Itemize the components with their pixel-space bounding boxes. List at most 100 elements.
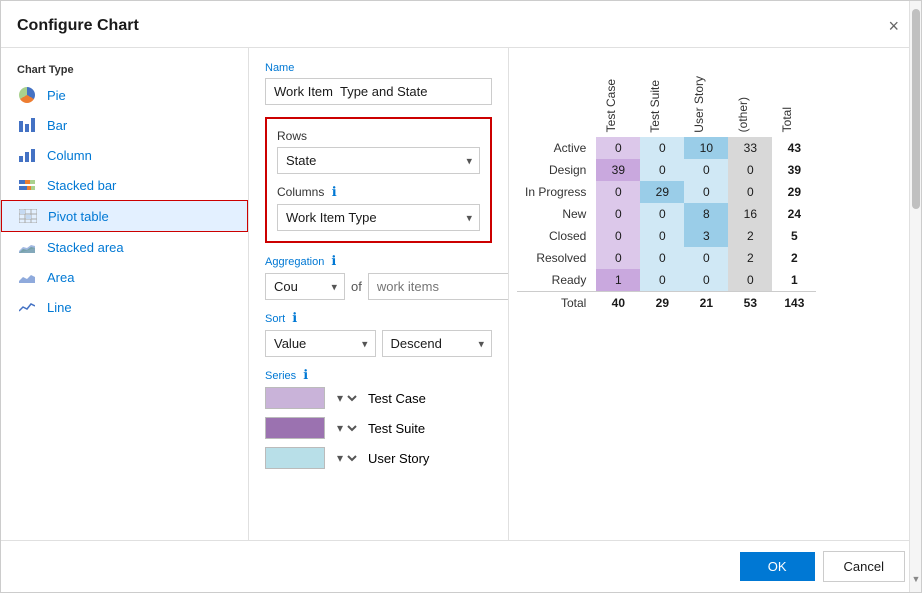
aggregation-label: Aggregation ℹ [265, 253, 492, 269]
stacked-bar-icon [17, 177, 37, 193]
aggregation-items-input[interactable] [368, 273, 509, 300]
pivot-cell-2-1: 29 [640, 181, 684, 203]
col-header-2: User Story [684, 68, 728, 137]
series-info-icon[interactable]: ℹ [303, 367, 308, 382]
col-header-0: Test Case [596, 68, 640, 137]
chart-type-label: Chart Type [1, 58, 248, 80]
col-header-4: Total [772, 68, 816, 137]
form-panel: Name Rows State ▾ Columns ℹ Work Item Ty… [249, 48, 509, 540]
cancel-button[interactable]: Cancel [823, 551, 905, 582]
chart-type-area[interactable]: Area [1, 262, 248, 292]
chart-type-column[interactable]: Column [1, 140, 248, 170]
series-dropdown-0[interactable]: ▾ [333, 390, 360, 406]
pivot-cell-1-2: 0 [684, 159, 728, 181]
pivot-cell-0-1: 0 [640, 137, 684, 159]
pivot-preview-panel: Test Case Test Suite User Story (other) … [509, 48, 921, 540]
sort-field-select[interactable]: Value [265, 330, 376, 357]
pivot-cell-0-4: 43 [772, 137, 816, 159]
pivot-cell-0-3: 33 [728, 137, 772, 159]
pivot-cell-4-4: 5 [772, 225, 816, 247]
pivot-cell-0-0: 0 [596, 137, 640, 159]
bar-icon [17, 117, 37, 133]
series-dropdown-2[interactable]: ▾ [333, 450, 360, 466]
pivot-cell-5-0: 0 [596, 247, 640, 269]
chart-type-pivot-label: Pivot table [48, 209, 109, 224]
col-header-3: (other) [728, 68, 772, 137]
pivot-total-row-header: Total [517, 291, 596, 314]
pie-icon [17, 87, 37, 103]
pivot-row-header-3: New [517, 203, 596, 225]
series-item-2: ▾ User Story [265, 447, 492, 469]
series-item-1: ▾ Test Suite [265, 417, 492, 439]
pivot-cell-4-1: 0 [640, 225, 684, 247]
pivot-cell-2-3: 0 [728, 181, 772, 203]
series-color-1 [265, 417, 325, 439]
chart-type-stacked-area[interactable]: Stacked area [1, 232, 248, 262]
pivot-cell-3-2: 8 [684, 203, 728, 225]
pivot-total-cell-3: 53 [728, 291, 772, 314]
rows-label: Rows [277, 129, 480, 143]
chart-type-bar[interactable]: Bar [1, 110, 248, 140]
chart-type-area-label: Area [47, 270, 74, 285]
sort-info-icon[interactable]: ℹ [292, 310, 297, 325]
series-item-0: ▾ Test Case [265, 387, 492, 409]
pivot-cell-4-0: 0 [596, 225, 640, 247]
pivot-cell-1-1: 0 [640, 159, 684, 181]
series-label: Series ℹ [265, 367, 492, 383]
pivot-cell-1-4: 39 [772, 159, 816, 181]
pivot-cell-6-4: 1 [772, 269, 816, 292]
pivot-cell-1-3: 0 [728, 159, 772, 181]
pivot-row-header-0: Active [517, 137, 596, 159]
pivot-cell-5-4: 2 [772, 247, 816, 269]
sort-direction-wrapper: Descend ▾ [382, 330, 493, 357]
pivot-row-header-6: Ready [517, 269, 596, 292]
chart-type-stacked-bar[interactable]: Stacked bar [1, 170, 248, 200]
chart-type-stacked-bar-label: Stacked bar [47, 178, 116, 193]
pivot-row-header-4: Closed [517, 225, 596, 247]
column-icon [17, 147, 37, 163]
chart-type-line[interactable]: Line [1, 292, 248, 322]
aggregation-func-wrapper: Cou ▾ [265, 273, 345, 300]
name-field-label: Name [265, 62, 492, 74]
chart-type-bar-label: Bar [47, 118, 67, 133]
pivot-total-cell-0: 40 [596, 291, 640, 314]
pivot-cell-4-3: 2 [728, 225, 772, 247]
close-button[interactable]: × [882, 15, 905, 37]
aggregation-func-select[interactable]: Cou [265, 273, 345, 300]
name-input[interactable] [265, 78, 492, 105]
columns-select[interactable]: Work Item Type [277, 204, 480, 231]
pivot-cell-5-2: 0 [684, 247, 728, 269]
pivot-cell-6-1: 0 [640, 269, 684, 292]
columns-info-icon[interactable]: ℹ [332, 184, 337, 199]
scrollbar-thumb[interactable] [912, 48, 920, 209]
pivot-cell-3-4: 24 [772, 203, 816, 225]
columns-select-wrapper: Work Item Type ▾ [277, 204, 480, 231]
pivot-cell-6-3: 0 [728, 269, 772, 292]
pivot-cell-2-2: 0 [684, 181, 728, 203]
pivot-total-cell-4: 143 [772, 291, 816, 314]
series-color-2 [265, 447, 325, 469]
rows-select[interactable]: State [277, 147, 480, 174]
sort-field-wrapper: Value ▾ [265, 330, 376, 357]
dialog-footer: OK Cancel [1, 540, 921, 592]
pivot-cell-0-2: 10 [684, 137, 728, 159]
ok-button[interactable]: OK [740, 552, 815, 581]
pivot-row-header-2: In Progress [517, 181, 596, 203]
pivot-total-cell-2: 21 [684, 291, 728, 314]
sort-label: Sort ℹ [265, 310, 492, 326]
pivot-cell-3-1: 0 [640, 203, 684, 225]
sort-direction-select[interactable]: Descend [382, 330, 493, 357]
series-dropdown-1[interactable]: ▾ [333, 420, 360, 436]
area-icon [17, 269, 37, 285]
pivot-cell-5-3: 2 [728, 247, 772, 269]
aggregation-info-icon[interactable]: ℹ [331, 253, 336, 268]
dialog-body: Chart Type Pie Bar Column [1, 48, 921, 540]
chart-type-pivot-table[interactable]: Pivot table [1, 200, 248, 232]
pivot-cell-2-4: 29 [772, 181, 816, 203]
scrollbar-track[interactable]: ▼ [909, 48, 921, 540]
chart-type-line-label: Line [47, 300, 72, 315]
chart-type-pie[interactable]: Pie [1, 80, 248, 110]
configure-chart-dialog: Configure Chart × Chart Type Pie Bar Col… [0, 0, 922, 593]
columns-label: Columns ℹ [277, 184, 480, 200]
pivot-total-cell-1: 29 [640, 291, 684, 314]
